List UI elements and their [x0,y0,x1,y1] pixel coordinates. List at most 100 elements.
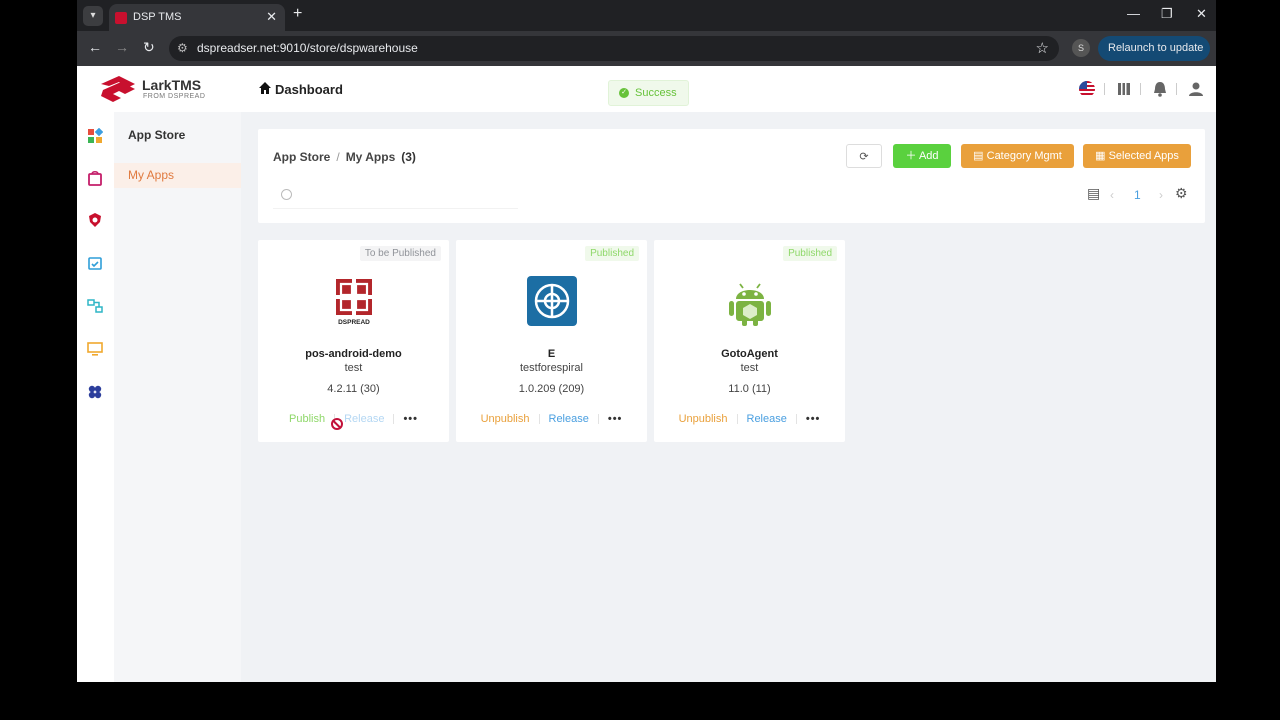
toast-text: Success [635,87,677,99]
status-badge: Published [783,246,837,261]
unpublish-link[interactable]: Unpublish [675,413,732,425]
refresh-button[interactable]: ⟳ [846,144,882,168]
svg-text:DSPREAD: DSPREAD [338,319,370,326]
flow-icon[interactable] [87,298,103,314]
status-badge: Published [585,246,639,261]
app-version: 1.0.209 (209) [518,383,585,395]
more-icon[interactable]: ••• [399,413,422,425]
action-divider [736,414,738,425]
refresh-icon: ⟳ [859,151,869,163]
new-tab-icon[interactable]: + [293,5,302,23]
release-link[interactable]: Release [545,413,593,425]
dspread-app-icon: DSPREAD [336,279,372,326]
app-store-toolbar: App Store / My Apps (3) ⟳ ＋ Add ▤ Category … [258,129,1205,223]
calendar-check-icon[interactable] [87,255,103,271]
tab-title: DSP TMS [133,11,182,23]
action-divider [538,414,540,425]
site-info-icon[interactable]: ⚙ [177,41,188,55]
espiral-app-icon [527,276,577,326]
app-card[interactable]: Published GotoAgent test 11.0 (11) Unpub… [654,240,845,442]
search-icon [281,189,292,200]
category-mgmt-button[interactable]: ▤ Category Mgmt [961,144,1074,168]
book-icon[interactable] [1115,80,1133,98]
restore-icon[interactable]: ❐ [1161,6,1173,22]
shopping-bag-icon[interactable] [87,170,103,186]
apps-grid-icon[interactable] [87,128,103,144]
search-input[interactable] [273,183,518,209]
prev-page-icon[interactable]: ‹ [1110,188,1114,202]
app-card[interactable]: Published E testforespiral 1.0.209 (209)… [456,240,647,442]
tab-close-icon[interactable]: ✕ [266,9,277,25]
app-name: E [547,348,556,360]
action-divider [597,414,599,425]
status-badge: To be Published [359,246,441,261]
app-count: (3) [401,150,416,164]
logo-text: LarkTMS [142,77,202,93]
settings-gear-icon[interactable]: ⚙ [1175,185,1188,202]
add-button[interactable]: ＋ Add [893,144,951,168]
minimize-icon[interactable]: — [1127,6,1140,21]
card-actions: Unpublish Release ••• [456,413,647,425]
tab-favicon-icon [115,12,127,24]
page-number[interactable]: 1 [1134,188,1141,202]
app-card[interactable]: To be Published DSPREAD pos-android-demo… [258,240,449,442]
column-settings-icon[interactable]: ▤ [1087,185,1100,202]
app-version: 11.0 (11) [728,383,771,395]
more-icon[interactable]: ••• [604,413,627,425]
breadcrumb-app-store[interactable]: App Store [273,150,330,164]
publish-link[interactable]: Publish [285,413,329,425]
card-actions: Publish Release ••• [258,413,449,425]
category-icon: ▤ [973,150,984,162]
page-title[interactable]: Dashboard [275,82,343,97]
check-icon: ✓ [619,88,629,99]
breadcrumb: App Store / My Apps (3) [273,150,416,164]
shield-icon[interactable] [87,212,103,228]
sidebar-item-my-apps[interactable]: My Apps [114,163,241,188]
unpublish-link[interactable]: Unpublish [477,413,534,425]
breadcrumb-separator: / [336,150,340,164]
back-icon[interactable]: ← [88,39,102,55]
user-icon[interactable] [1187,80,1205,98]
header-divider [1140,83,1141,95]
action-divider [393,414,395,425]
app-header: LarkTMS FROM DSPREAD Dashboard ✓ Success [77,66,1216,112]
bell-icon[interactable] [1151,80,1169,98]
close-window-icon[interactable]: ✕ [1196,6,1207,22]
card-actions: Unpublish Release ••• [654,413,845,425]
plus-icon: ＋ [905,150,917,162]
relaunch-button[interactable]: Relaunch to update ⋮ [1098,36,1210,79]
release-link[interactable]: Release [340,413,388,425]
release-link[interactable]: Release [743,413,791,425]
monitor-icon[interactable] [87,341,103,357]
success-toast: ✓ Success [608,80,689,106]
relaunch-label: Relaunch to update [1108,42,1204,54]
forward-icon[interactable]: → [115,39,129,55]
not-allowed-cursor-icon [331,418,343,430]
grid-icon: ▦ [1095,150,1106,162]
more-icon[interactable]: ••• [802,413,825,425]
browser-toolbar: ← → ↻ ⚙ dspreadser.net:9010/store/dspwar… [77,31,1216,79]
reload-icon[interactable]: ↻ [143,39,155,56]
app-name: GotoAgent [721,348,778,360]
header-divider [1104,83,1105,95]
us-flag-icon[interactable] [1078,80,1096,98]
address-bar[interactable]: ⚙ dspreadser.net:9010/store/dspwarehouse… [169,36,1059,61]
app-description: test [740,362,759,374]
tab-strip: ▾ DSP TMS ✕ + — ❐ ✕ [77,0,1216,31]
url-text: dspreadser.net:9010/store/dspwarehouse [197,41,418,55]
profile-avatar[interactable]: S [1072,39,1090,57]
next-page-icon[interactable]: › [1159,188,1163,202]
browser-tab[interactable]: DSP TMS ✕ [109,4,285,31]
tab-search-icon[interactable]: ▾ [83,6,103,26]
action-divider [795,414,797,425]
submenu: App Store My Apps [114,112,241,682]
submenu-title[interactable]: App Store [128,128,185,142]
logo-subtext: FROM DSPREAD [143,93,206,100]
app-name: pos-android-demo [305,348,402,360]
home-icon [259,82,271,94]
browser-window: ▾ DSP TMS ✕ + — ❐ ✕ ← → ↻ ⚙ dspreadser.n… [77,0,1216,682]
clover-icon[interactable] [87,384,103,400]
larktms-logo-icon [101,76,135,102]
bookmark-star-icon[interactable]: ☆ [1036,39,1049,57]
selected-apps-button[interactable]: ▦ Selected Apps [1083,144,1191,168]
